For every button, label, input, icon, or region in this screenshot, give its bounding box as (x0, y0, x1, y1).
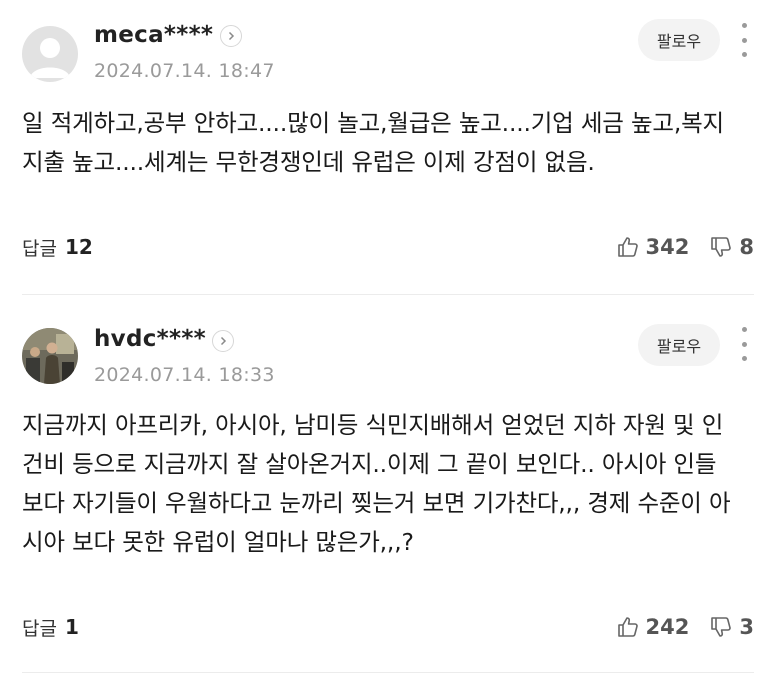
comment-username[interactable]: hvdc**** (94, 326, 206, 352)
photo-avatar-image (22, 328, 78, 384)
reply-label: 답글 (22, 617, 57, 640)
photo-avatar[interactable] (22, 328, 78, 384)
like-count: 242 (645, 615, 690, 639)
like-button[interactable]: 242 (616, 615, 690, 639)
comment-date: 2024.07.14. 18:33 (94, 364, 275, 386)
comment-body: 지금까지 아프리카, 아시아, 남미등 식민지배해서 얻었던 지하 자원 및 인… (22, 411, 731, 556)
dislike-count: 3 (739, 615, 754, 639)
comment-item: hvdc**** 2024.07.14. 18:33 팔로우 지금까지 아프리카… (0, 0, 768, 678)
chevron-right-icon[interactable] (212, 330, 234, 352)
more-vertical-icon[interactable] (734, 327, 754, 361)
reply-count: 1 (64, 615, 79, 639)
comment-footer: 답글 1 242 3 (22, 612, 754, 642)
reply-button[interactable]: 답글 1 (22, 614, 79, 641)
dislike-button[interactable]: 3 (709, 615, 754, 639)
thumbs-up-icon (617, 617, 638, 637)
divider (22, 672, 754, 673)
thumbs-down-icon (711, 617, 732, 637)
follow-button[interactable]: 팔로우 (638, 324, 720, 366)
